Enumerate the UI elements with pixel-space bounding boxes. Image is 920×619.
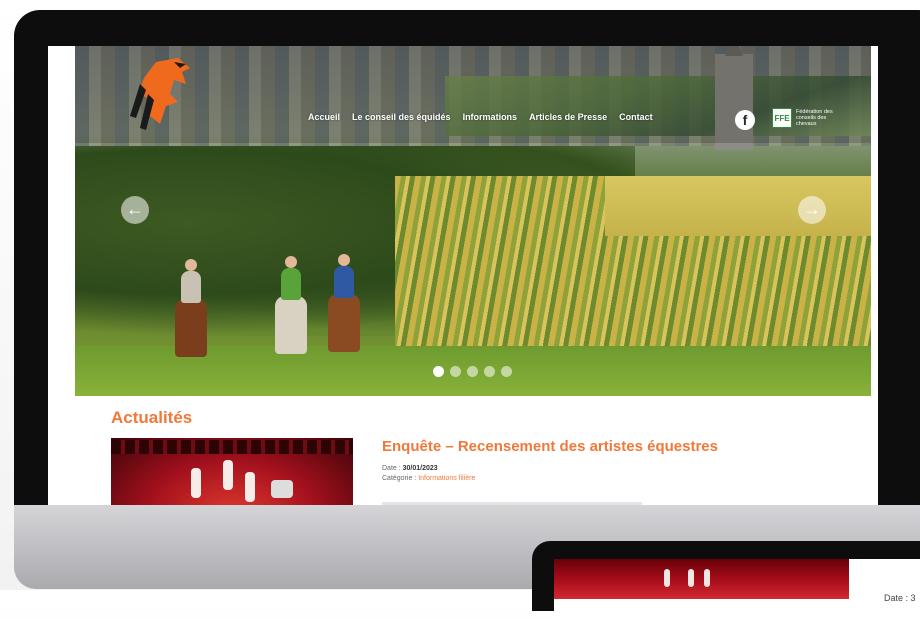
article-title[interactable]: Enquête – Recensement des artistes éques… [382, 438, 718, 455]
facebook-icon[interactable]: f [735, 110, 755, 130]
carousel-indicators [433, 366, 512, 377]
carousel-dot-5[interactable] [501, 366, 512, 377]
nav-item-conseil[interactable]: Le conseil des équidés [352, 112, 451, 122]
carousel-dot-1[interactable] [433, 366, 444, 377]
carousel-dot-4[interactable] [484, 366, 495, 377]
main-navigation: Accueil Le conseil des équidés Informati… [308, 112, 653, 122]
carousel-dot-3[interactable] [467, 366, 478, 377]
chevron-left-icon[interactable]: ← [121, 196, 149, 224]
hero-carousel: Accueil Le conseil des équidés Informati… [75, 46, 871, 396]
article-thumbnail[interactable] [111, 438, 353, 509]
horse-logo-icon[interactable] [120, 54, 200, 136]
category-link[interactable]: Informations filière [418, 475, 475, 482]
carousel-dot-2[interactable] [450, 366, 461, 377]
section-title: Actualités [111, 408, 193, 427]
website-screen: Accueil Le conseil des équidés Informati… [48, 46, 878, 509]
secondary-device: Date : 3 [532, 541, 920, 619]
hero-wheat-top [605, 176, 871, 236]
nav-item-accueil[interactable]: Accueil [308, 112, 340, 122]
secondary-date: Date : 3 [884, 593, 916, 603]
article-category: Catégorie : Informations filière [382, 475, 476, 482]
ffe-logo-link[interactable]: FFE Fédération des conseils des chevaux [772, 108, 840, 128]
monitor-bezel: Accueil Le conseil des équidés Informati… [14, 10, 920, 530]
ffe-logo-icon: FFE [772, 108, 792, 128]
secondary-device-screen: Date : 3 [554, 559, 920, 619]
ffe-logo-text: Fédération des conseils des chevaux [796, 109, 833, 127]
secondary-article-thumbnail [554, 559, 849, 599]
nav-item-informations[interactable]: Informations [463, 112, 518, 122]
article-date: Date : 30/01/2023 [382, 465, 438, 472]
chevron-right-icon[interactable]: → [798, 196, 826, 224]
nav-item-contact[interactable]: Contact [619, 112, 653, 122]
nav-item-articles-presse[interactable]: Articles de Presse [529, 112, 607, 122]
